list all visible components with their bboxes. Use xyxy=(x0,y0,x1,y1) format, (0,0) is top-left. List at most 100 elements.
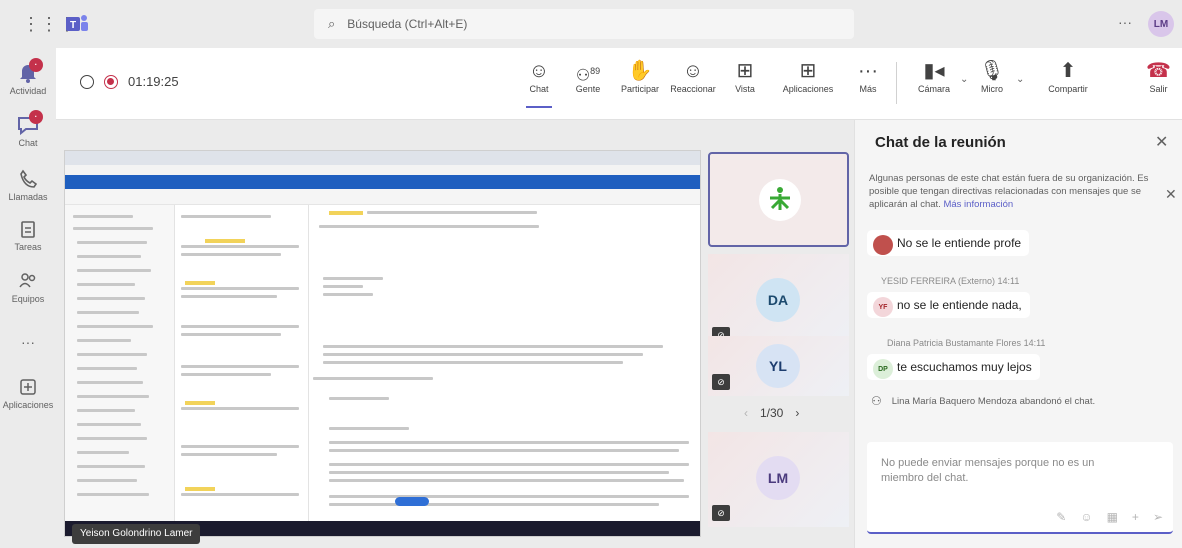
chat-bubble-icon: ☺ xyxy=(528,60,550,82)
search-box[interactable]: ⌕ Búsqueda (Ctrl+Alt+E) xyxy=(314,9,854,39)
leave-label: Salir xyxy=(1149,84,1168,94)
user-avatar[interactable]: LM xyxy=(1148,11,1174,37)
gif-icon[interactable]: ▦ xyxy=(1107,510,1118,524)
meeting-chat-panel: Chat de la reunión ✕ Algunas personas de… xyxy=(854,120,1182,548)
add-app-icon: ⊞ xyxy=(799,60,817,82)
message-time: 14:11 xyxy=(997,276,1020,286)
participant-tile[interactable]: DA ⊘ xyxy=(708,254,849,349)
mic-label: Micro xyxy=(981,84,1003,94)
svg-text:T: T xyxy=(70,20,76,31)
sender-name: Diana Patricia Bustamante Flores xyxy=(887,338,1022,348)
pager-prev-icon[interactable]: ‹ xyxy=(744,406,748,420)
message-meta: Diana Patricia Bustamante Flores 14:11 xyxy=(887,338,1045,348)
participant-avatar: YL xyxy=(756,344,800,388)
mic-button[interactable]: 🎙 Micro xyxy=(976,58,1008,94)
search-icon: ⌕ xyxy=(328,16,336,31)
react-button[interactable]: ☺ Reaccionar xyxy=(668,58,718,94)
message-text: No se le entiende profe xyxy=(897,236,1022,250)
more-label: Más xyxy=(859,84,877,94)
sender-name: YESID FERREIRA (Externo) xyxy=(881,276,996,286)
attach-icon[interactable]: + xyxy=(1132,510,1139,524)
rail-apps[interactable]: Aplicaciones xyxy=(0,376,56,410)
raise-hand-button[interactable]: ✋ Participar xyxy=(618,58,662,94)
composer-disabled-text: No puede enviar mensajes porque no es un… xyxy=(881,457,1095,484)
camera-label: Cámara xyxy=(917,84,950,94)
rail-activity[interactable]: · Actividad xyxy=(0,58,56,96)
chat-message: YF no se le entiende nada, xyxy=(867,292,1030,318)
more-icon: ··· xyxy=(21,334,35,350)
people-label: Gente xyxy=(575,84,601,94)
camera-options-chevron-icon[interactable]: ⌄ xyxy=(960,74,968,85)
rail-tasks[interactable]: Tareas xyxy=(0,218,56,252)
app-launcher-icon[interactable]: ⋮⋮⋮ xyxy=(22,14,76,34)
chat-badge: · xyxy=(29,110,43,124)
meeting-info-icon[interactable] xyxy=(80,74,94,89)
more-button[interactable]: ··· Más xyxy=(856,58,880,94)
camera-button[interactable]: ▮◂ Cámara xyxy=(914,58,954,94)
rail-teams[interactable]: Equipos xyxy=(0,270,56,304)
sender-avatar: YF xyxy=(873,297,893,317)
phone-icon xyxy=(16,168,40,190)
chat-composer[interactable]: No puede enviar mensajes porque no es un… xyxy=(867,442,1173,534)
share-label: Compartir xyxy=(1048,84,1088,94)
participant-tile[interactable]: LM ⊘ xyxy=(708,432,849,527)
composer-tools: ✎ ☺ ▦ + ➢ xyxy=(1056,510,1163,524)
raise-label: Participar xyxy=(620,84,659,94)
more-options-icon[interactable]: ··· xyxy=(1118,14,1132,30)
shared-button-shape xyxy=(395,497,429,506)
mic-muted-icon: ⊘ xyxy=(712,374,730,390)
teams-icon xyxy=(16,270,40,292)
chat-panel-title: Chat de la reunión xyxy=(875,134,1006,151)
leave-button[interactable]: ☎ Salir xyxy=(1146,58,1171,94)
bell-icon: · xyxy=(16,58,43,84)
grid-view-icon: ⊞ xyxy=(736,60,754,82)
shared-app-header xyxy=(65,175,700,189)
chat-icon: · xyxy=(16,110,43,136)
share-icon: ⬆ xyxy=(1059,60,1077,82)
participant-tile-logo[interactable] xyxy=(708,152,849,247)
dismiss-notice-icon[interactable]: ✕ xyxy=(1165,186,1177,203)
apps-button[interactable]: ⊞ Aplicaciones xyxy=(780,58,836,94)
pager-next-icon[interactable]: › xyxy=(795,406,799,420)
chat-label: Chat xyxy=(529,84,549,94)
tile-pager: ‹ 1/30 › xyxy=(744,406,799,420)
pager-text: 1/30 xyxy=(760,406,784,420)
person-left-icon: ⚇ xyxy=(871,394,882,408)
view-label: Vista xyxy=(735,84,755,94)
close-icon[interactable]: ✕ xyxy=(1155,132,1168,152)
meeting-timer: 01:19:25 xyxy=(80,74,179,89)
rail-calls[interactable]: Llamadas xyxy=(0,168,56,202)
emoji-icon[interactable]: ☺ xyxy=(1080,510,1092,524)
send-icon[interactable]: ➢ xyxy=(1153,510,1163,524)
rail-more[interactable]: ··· xyxy=(0,334,56,350)
learn-more-link[interactable]: Más información xyxy=(943,199,1013,210)
people-button[interactable]: ⚇89 Gente xyxy=(568,58,608,94)
share-button[interactable]: ⬆ Compartir xyxy=(1046,58,1090,94)
view-button[interactable]: ⊞ Vista xyxy=(730,58,760,94)
organization-logo-icon xyxy=(759,179,801,221)
rail-label: Tareas xyxy=(14,242,42,252)
mic-options-chevron-icon[interactable]: ⌄ xyxy=(1016,74,1024,85)
meeting-toolbar: 01:19:25 ☺ Chat ⚇89 Gente ✋ Participar ☺… xyxy=(56,48,1182,120)
meeting-stage: Yeison Golondrino Lamer DA ⊘ YL ⊘ ‹ 1/30… xyxy=(56,120,854,548)
participant-tile[interactable]: YL ⊘ xyxy=(708,336,849,396)
rail-chat[interactable]: · Chat xyxy=(0,110,56,148)
hang-up-icon: ☎ xyxy=(1146,60,1171,82)
smile-icon: ☺ xyxy=(682,60,704,82)
toolbar-divider xyxy=(896,62,897,104)
rail-label: Chat xyxy=(18,138,38,148)
chat-message: DP te escuchamos muy lejos xyxy=(867,354,1040,380)
participant-avatar: LM xyxy=(756,456,800,500)
sender-avatar: DP xyxy=(873,359,893,379)
format-icon[interactable]: ✎ xyxy=(1056,510,1066,524)
activity-badge: · xyxy=(29,58,43,72)
title-bar: ⋮⋮⋮ T ⌕ Búsqueda (Ctrl+Alt+E) ··· LM xyxy=(0,0,1182,48)
shared-message-list xyxy=(175,205,309,523)
rail-label: Aplicaciones xyxy=(2,400,54,410)
shared-address-bar xyxy=(65,165,700,175)
left-rail: · Actividad · Chat Llamadas Tareas Equip… xyxy=(0,48,56,548)
more-dots-icon: ··· xyxy=(858,60,878,82)
chat-button[interactable]: ☺ Chat xyxy=(522,58,556,108)
shared-folder-pane xyxy=(65,205,175,523)
rail-label: Equipos xyxy=(11,294,45,304)
